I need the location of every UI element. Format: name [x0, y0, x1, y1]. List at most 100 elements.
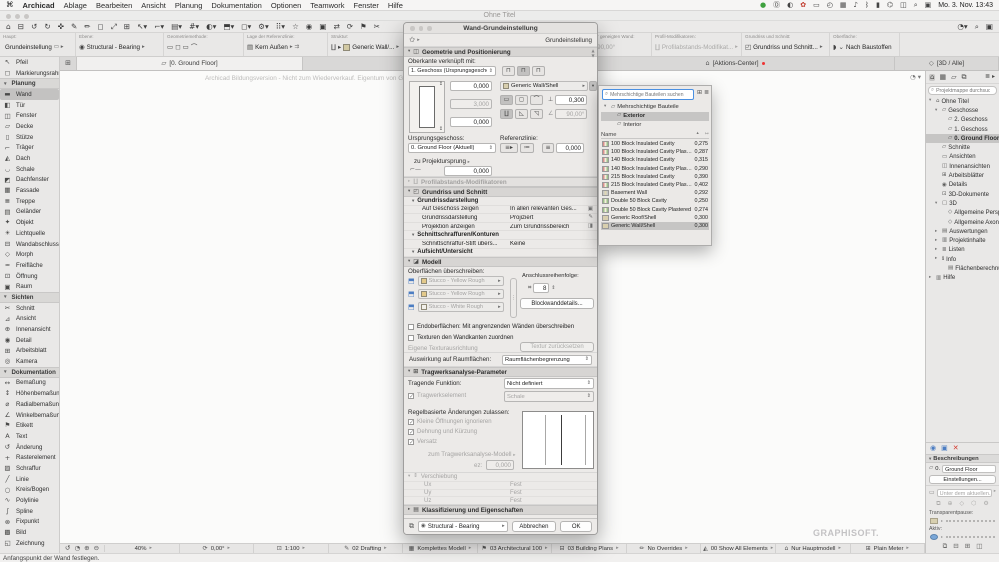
pane-grid-icon[interactable]: ⊞: [965, 543, 970, 550]
nav-info[interactable]: ▸ ℹ Info: [926, 255, 999, 264]
status-half-icon[interactable]: ◐: [787, 1, 793, 9]
nav-story-1[interactable]: ▱ 1. Geschoss: [926, 125, 999, 134]
tool-morph[interactable]: ◇ Morph: [0, 249, 59, 260]
pane-v-icon[interactable]: ◫: [976, 543, 982, 550]
navigator-view-map-icon[interactable]: ▦: [938, 73, 947, 81]
search-icon[interactable]: ⌕: [975, 23, 979, 31]
menu-item[interactable]: Ablage: [64, 1, 87, 10]
swap-icon[interactable]: ⇄: [333, 23, 339, 31]
trace-reference-select[interactable]: Unter dem aktuellen...: [936, 488, 992, 497]
battery-icon[interactable]: ▮: [876, 1, 880, 9]
menu-item[interactable]: Hilfe: [388, 1, 403, 10]
trace-gear-icon[interactable]: ⚙: [983, 500, 988, 507]
tool-marquee[interactable]: ◻ Markierungsrahmen: [0, 68, 59, 79]
menu-item[interactable]: Teamwork: [310, 1, 344, 10]
tool-arrow[interactable]: ↖ Pfeil: [0, 57, 59, 68]
structural-element-checkbox[interactable]: Tragwerkselement: [408, 393, 466, 400]
tool-figure[interactable]: ▩ Bild: [0, 527, 59, 538]
scale[interactable]: ⊡ 1:100 ▸: [254, 544, 329, 553]
tab-ground-floor[interactable]: ▱ [0. Ground Floor]: [77, 57, 303, 70]
plan-setting-row[interactable]: Projektion anzeigen Zum Grundrissbereich…: [404, 223, 597, 232]
story-name-field[interactable]: Ground Floor: [942, 464, 996, 473]
nav-axonometry[interactable]: ◇ Allgemeine Axonometrie: [926, 218, 999, 227]
tool-roof[interactable]: ◭ Dach: [0, 153, 59, 164]
nav-lists[interactable]: ▸ ≣ Listen: [926, 246, 999, 255]
fav-tree-root[interactable]: ▾ ▱ Mehrschichtige Bauteile: [601, 103, 709, 112]
tool-drawing[interactable]: ◱ Zeichnung: [0, 538, 59, 549]
releases-header[interactable]: ▾ ⇕ Verschiebung: [404, 473, 597, 481]
infobar-profile-modifiers[interactable]: Profil-Modifikatoren: ∐ Profilabstands-M…: [652, 33, 742, 56]
face-cube-icon[interactable]: ⬒: [408, 277, 415, 285]
stepper-icon[interactable]: ⇕: [551, 285, 555, 291]
grid-dd-icon[interactable]: #▾: [189, 23, 199, 31]
shade-dd-icon[interactable]: ◐▾: [206, 23, 216, 31]
tool-zone[interactable]: ▣ Raum: [0, 281, 59, 292]
active-slider[interactable]: ▸: [926, 532, 999, 541]
fill-dd-icon[interactable]: ⬒▾: [223, 23, 234, 31]
structural-element-select[interactable]: Schale ⇕: [504, 391, 594, 403]
fav-tree-exterior[interactable]: ▱ Exterior: [601, 111, 709, 121]
toolbox-section-design[interactable]: Planung: [0, 78, 59, 90]
surface-select[interactable]: Stucco - Yellow Rough ▸: [417, 289, 504, 300]
nav-sections[interactable]: ▱ Schnitte: [926, 143, 999, 152]
top-offset-field[interactable]: 0,000: [450, 81, 492, 91]
canvas-view-settings-icon[interactable]: ◔ ▾: [910, 74, 921, 81]
composite-select[interactable]: Generic Wall/Shell ▸: [500, 81, 588, 91]
composite-popup-toggle[interactable]: ▾: [589, 81, 597, 91]
surface-select[interactable]: Stucco - White Rough ▸: [417, 302, 504, 313]
tool-change[interactable]: ↺ Änderung: [0, 442, 59, 453]
favorites-icon[interactable]: ☆: [292, 23, 299, 31]
trace-add-icon[interactable]: ⊕: [948, 500, 953, 507]
control-center-icon[interactable]: ◫: [900, 1, 907, 9]
grid-view-icon[interactable]: ⊞: [697, 90, 702, 96]
menubar-clock[interactable]: Mo. 3. Nov. 13:43: [938, 2, 993, 9]
tool-elevation[interactable]: ⊿ Ansicht: [0, 314, 59, 325]
plan-subheader-3[interactable]: Aufsicht/Untersicht: [404, 249, 597, 258]
composite-row[interactable]: Double 50 Block Cavity Plastered 0,274: [601, 206, 709, 214]
link-surfaces-toggle[interactable]: ⋮: [510, 278, 517, 319]
navigator-layout-book-icon[interactable]: ▱: [950, 73, 957, 81]
infobar-surface[interactable]: Oberfläche: ◗ ⌄ Nach Baustoffen: [830, 33, 900, 56]
zoom-out-icon[interactable]: ⊖: [94, 545, 99, 552]
menu-item[interactable]: Archicad: [23, 1, 55, 10]
composite-row[interactable]: Generic Roof/Shell 0,300: [601, 214, 709, 222]
slanted-wall-button[interactable]: ◺: [515, 109, 528, 119]
tool-door[interactable]: ◧ Tür: [0, 100, 59, 111]
menu-item[interactable]: Fenster: [353, 1, 378, 10]
nav-back-icon[interactable]: ↺: [65, 545, 70, 552]
top-link-free-button[interactable]: ⊓: [532, 66, 545, 76]
nav-story-2[interactable]: ▱ 2. Geschoss: [926, 116, 999, 125]
tool-lamp[interactable]: ☀ Lichtquelle: [0, 228, 59, 239]
log-details-button[interactable]: Blockwanddetails...: [520, 298, 594, 310]
navigator-project-map-icon[interactable]: ⌂: [929, 73, 936, 81]
reset-texture-button[interactable]: Textur zurücksetzen: [520, 342, 594, 353]
pane-split-icon[interactable]: ⧉: [943, 543, 948, 550]
chevron-right-icon[interactable]: ▸: [417, 37, 420, 43]
tool-wall-end[interactable]: ⊟ Wandabschluss: [0, 239, 59, 250]
menu-item[interactable]: Ansicht: [141, 1, 166, 10]
composite-search[interactable]: ⌕: [602, 89, 694, 100]
double-slanted-wall-button[interactable]: ◹: [530, 109, 543, 119]
home-story-select[interactable]: 0. Ground Floor (Aktuell) ⇕: [408, 143, 496, 153]
composite-row[interactable]: Double 50 Block Cavity 0,250: [601, 197, 709, 205]
gear-dd-icon[interactable]: ⚙▾: [258, 23, 269, 31]
to-origin-field[interactable]: 0,000: [444, 166, 492, 176]
composite-row[interactable]: 100 Block Insulated Cavity 0,275: [601, 140, 709, 148]
nav-help[interactable]: ▸ ▥ Hilfe: [926, 274, 999, 283]
status-d-icon[interactable]: Ⓓ: [773, 1, 780, 9]
props-eye-icon[interactable]: ◉: [930, 445, 936, 452]
tool-beam[interactable]: ⌐ Träger: [0, 143, 59, 154]
sound-icon[interactable]: ♪: [853, 1, 857, 9]
surface-select[interactable]: Stucco - Yellow Rough ▸: [417, 276, 504, 287]
section-model[interactable]: ▾ ◪ Modell: [404, 257, 597, 268]
nav-orbit-icon[interactable]: ◔: [74, 545, 80, 552]
navigator-search[interactable]: ⌕: [928, 86, 997, 95]
cancel-button[interactable]: Abbrechen: [511, 521, 557, 532]
nav-schedules[interactable]: ▸ ▤ Auswertungen: [926, 227, 999, 236]
dimension-style[interactable]: ⚑ 03 Architectural 100 ▸: [478, 544, 553, 553]
tool-object[interactable]: ✦ Objekt: [0, 217, 59, 228]
top-link-select[interactable]: 1. Geschoss (Ursprungsgeschos... ⇕: [408, 66, 496, 76]
bluetooth-icon[interactable]: ᛒ: [865, 1, 869, 9]
trace-slider-track[interactable]: [946, 519, 995, 522]
status-clock-icon[interactable]: ◴: [827, 1, 833, 9]
